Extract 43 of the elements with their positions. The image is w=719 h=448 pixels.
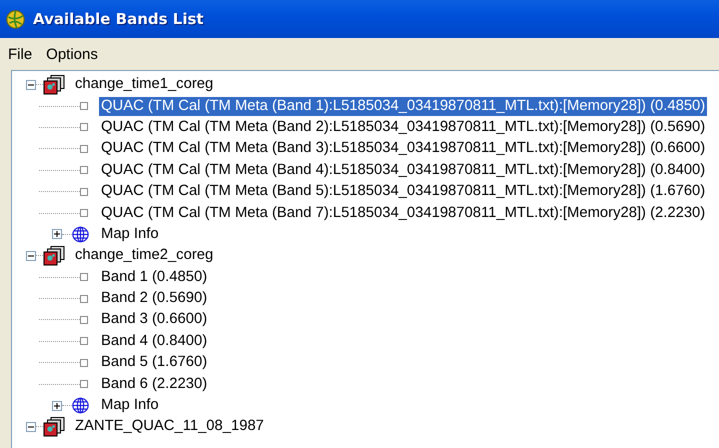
globe-icon — [72, 397, 89, 414]
band-leaf-icon — [80, 380, 88, 388]
band-label[interactable]: QUAC (TM Cal (TM Meta (Band 5):L5185034_03419870811_MTL.txt):[Memory28]) (1.6760) — [99, 182, 708, 202]
band-leaf-icon — [80, 144, 88, 153]
band-label[interactable]: QUAC (TM Cal (TM Meta (Band 1):L5185034_03419870811_MTL.txt):[Memory28]) (0.4850) — [99, 96, 708, 116]
window-title: Available Bands List — [33, 10, 204, 28]
menu-item[interactable]: Options — [46, 46, 98, 62]
image-stack-icon — [43, 246, 65, 266]
band-leaf-icon — [80, 209, 88, 218]
band-leaf-icon — [80, 294, 88, 303]
map-info-label[interactable]: Map Info — [99, 396, 161, 416]
band-label[interactable]: Band 4 (0.8400) — [99, 332, 210, 351]
band-label[interactable]: Band 3 (0.6600) — [99, 310, 210, 330]
band-label[interactable]: QUAC (TM Cal (TM Meta (Band 2):L5185034_03419870811_MTL.txt):[Memory28]) (0.5690) — [99, 118, 708, 137]
map-info-label[interactable]: Map Info — [99, 224, 161, 244]
expand-toggle-icon[interactable] — [52, 229, 62, 240]
image-stack-icon — [43, 416, 65, 437]
band-leaf-icon — [80, 316, 88, 324]
band-leaf-icon — [80, 273, 88, 282]
globe-icon — [72, 226, 89, 243]
band-leaf-icon — [80, 337, 88, 346]
collapse-toggle-icon[interactable] — [26, 250, 36, 261]
collapse-toggle-icon[interactable] — [26, 80, 36, 90]
band-label[interactable]: QUAC (TM Cal (TM Meta (Band 7):L5185034_03419870811_MTL.txt):[Memory28]) (2.2230) — [99, 204, 708, 223]
band-label[interactable]: QUAC (TM Cal (TM Meta (Band 3):L5185034_03419870811_MTL.txt):[Memory28]) (0.6600) — [99, 139, 708, 158]
band-label[interactable]: QUAC (TM Cal (TM Meta (Band 4):L5185034_03419870811_MTL.txt):[Memory28]) (0.8400) — [99, 160, 708, 180]
expand-toggle-icon[interactable] — [52, 400, 62, 411]
band-label[interactable]: Band 5 (1.6760) — [99, 353, 210, 372]
band-leaf-icon — [80, 102, 88, 110]
band-leaf-icon — [80, 166, 88, 174]
band-leaf-icon — [80, 188, 88, 196]
dataset-label[interactable]: change_time1_coreg — [73, 75, 216, 94]
dataset-label[interactable]: change_time2_coreg — [73, 246, 216, 266]
app-globe-icon — [6, 10, 25, 28]
image-stack-icon — [43, 74, 65, 95]
band-label[interactable]: Band 1 (0.4850) — [99, 268, 210, 287]
band-label[interactable]: Band 2 (0.5690) — [99, 289, 210, 308]
collapse-toggle-icon[interactable] — [26, 422, 36, 432]
band-leaf-icon — [80, 123, 88, 132]
band-label[interactable]: Band 6 (2.2230) — [99, 374, 210, 394]
dataset-label[interactable]: ZANTE_QUAC_11_08_1987 — [73, 417, 266, 436]
menu-item[interactable]: File — [8, 46, 32, 62]
band-leaf-icon — [80, 358, 88, 367]
